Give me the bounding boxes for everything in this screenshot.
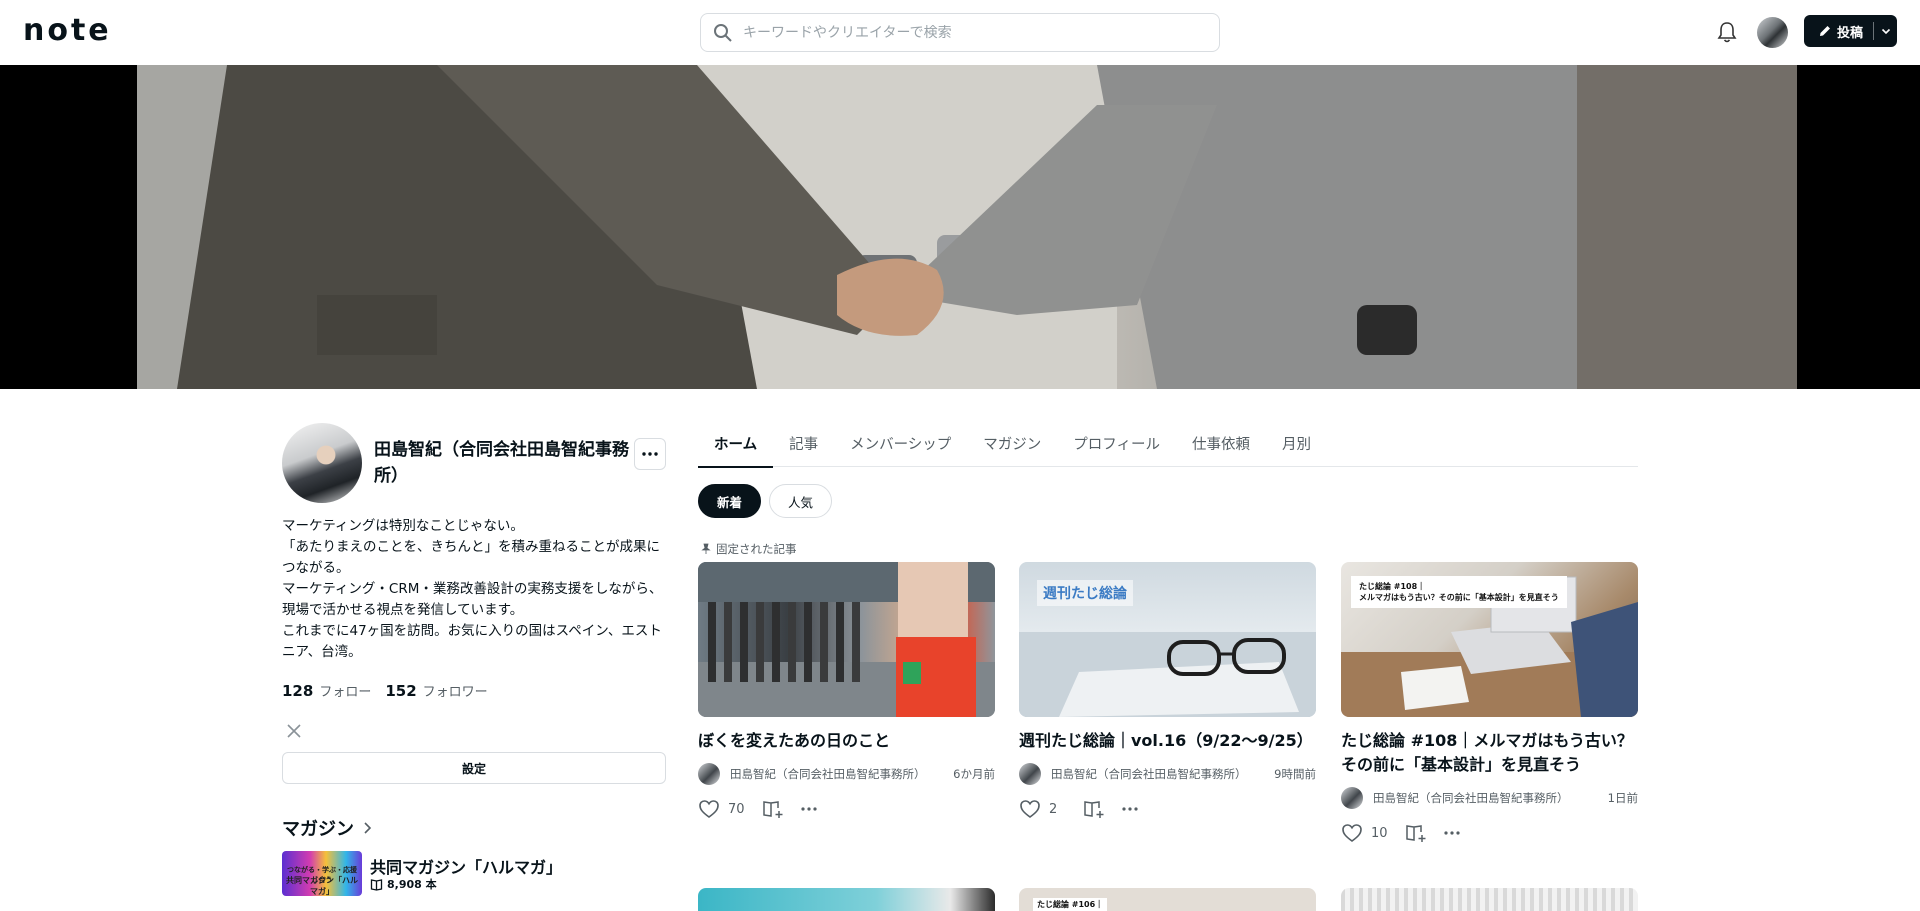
article-thumbnail[interactable]: たじ総論 #108｜ メルマガはもう古い？その前に「基本設計」を見直そう [1341, 562, 1638, 717]
heart-icon[interactable] [1019, 799, 1041, 819]
handshake-illustration [137, 65, 1797, 389]
tab-monthly[interactable]: 月別 [1266, 423, 1327, 467]
article-title[interactable]: たじ総論 #108｜メルマガはもう古い？その前に「基本設計」を見直そう [1341, 729, 1638, 777]
profile-tabs: ホーム 記事 メンバーシップ マガジン プロフィール 仕事依頼 月別 [698, 423, 1638, 468]
article-card[interactable]: たじ総論 #108｜ メルマガはもう古い？その前に「基本設計」を見直そう たじ総… [1341, 562, 1638, 843]
tab-home[interactable]: ホーム [698, 423, 774, 468]
magazine-thumbnail: つながる・学ぶ・応援し合う 共同マガジン「ハルマガ」 [282, 851, 362, 896]
follower-count[interactable]: 152 [385, 682, 416, 700]
article-thumbnail-next[interactable]: たじ総論 #106｜ [1019, 888, 1316, 911]
add-to-magazine-icon[interactable] [1083, 799, 1105, 819]
article-meta: 田島智紀（合同会社田島智紀事務所） 6か月前 [698, 763, 995, 785]
tab-work-request[interactable]: 仕事依頼 [1176, 423, 1266, 467]
author-avatar[interactable] [1341, 787, 1363, 809]
article-thumbnail[interactable]: 週刊たじ総論 [1019, 562, 1316, 717]
author-name[interactable]: 田島智紀（合同会社田島智紀事務所） [730, 766, 926, 782]
follow-stats: 128 フォロー 152 フォロワー [282, 681, 496, 700]
magazine-heading-label: マガジン [282, 819, 354, 840]
author-name[interactable]: 田島智紀（合同会社田島智紀事務所） [1051, 766, 1247, 782]
sort-pills: 新着 人気 [698, 484, 833, 518]
article-title[interactable]: ぼくを変えたあの日のこと [698, 729, 995, 753]
ellipsis-icon[interactable] [798, 799, 820, 819]
add-to-magazine-icon[interactable] [1405, 823, 1427, 843]
chevron-right-icon [364, 822, 372, 834]
search-input[interactable] [743, 24, 1219, 41]
ellipsis-icon[interactable] [1119, 799, 1141, 819]
magazine-heading[interactable]: マガジン [282, 815, 374, 841]
article-actions: 2 [1019, 799, 1316, 819]
article-card[interactable]: ぼくを変えたあの日のこと 田島智紀（合同会社田島智紀事務所） 6か月前 70 [698, 562, 995, 819]
pin-icon [701, 543, 711, 554]
thumbnail-label: たじ総論 #108｜ メルマガはもう古い？その前に「基本設計」を見直そう [1351, 576, 1567, 608]
follower-label[interactable]: フォロワー [423, 681, 488, 700]
magazine-item[interactable]: つながる・学ぶ・応援し合う 共同マガジン「ハルマガ」 共同マガジン「ハルマガ」 … [282, 851, 668, 897]
article-actions: 70 [698, 799, 995, 819]
bell-icon[interactable] [1716, 20, 1738, 44]
pill-new[interactable]: 新着 [698, 484, 762, 518]
article-meta: 田島智紀（合同会社田島智紀事務所） 1日前 [1341, 787, 1638, 809]
post-button[interactable]: 投稿 [1804, 15, 1897, 47]
author-name[interactable]: 田島智紀（合同会社田島智紀事務所） [1373, 790, 1569, 806]
post-button-label: 投稿 [1837, 25, 1864, 41]
tab-magazine[interactable]: マガジン [967, 423, 1057, 467]
search-box[interactable] [700, 13, 1220, 52]
settings-button[interactable]: 設定 [282, 752, 666, 784]
cover-banner [0, 65, 1920, 389]
more-options-button[interactable] [634, 438, 666, 470]
post-time: 9時間前 [1274, 767, 1316, 781]
ellipsis-icon [642, 452, 658, 456]
follow-label[interactable]: フォロー [319, 681, 371, 700]
thumbnail-label: 週刊たじ総論 [1037, 580, 1133, 606]
post-time: 1日前 [1607, 791, 1638, 805]
heart-icon[interactable] [698, 799, 720, 819]
note-logo[interactable]: note [23, 14, 112, 48]
tab-articles[interactable]: 記事 [773, 423, 834, 467]
magazine-title: 共同マガジン「ハルマガ」 [370, 858, 563, 877]
magazine-count-label: 8,908 本 [387, 878, 437, 891]
article-actions: 10 [1341, 823, 1638, 843]
post-time: 6か月前 [953, 767, 995, 781]
ellipsis-icon[interactable] [1441, 823, 1463, 843]
magazine-count: 8,908 本 [370, 876, 437, 892]
profile-name[interactable]: 田島智紀（合同会社田島智紀事務所） [374, 437, 630, 489]
article-thumbnail-next[interactable] [1341, 888, 1638, 911]
pill-popular[interactable]: 人気 [769, 484, 833, 518]
top-header: note 投稿 [0, 0, 1920, 65]
like-count[interactable]: 2 [1049, 802, 1077, 817]
article-card[interactable]: 週刊たじ総論 週刊たじ総論｜vol.16（9/22〜9/25） 田島智紀（合同会… [1019, 562, 1316, 819]
chevron-down-icon[interactable] [1880, 25, 1892, 37]
magazine-thumb-line2: 共同マガジン「ハルマガ」 [286, 876, 358, 896]
x-twitter-icon[interactable] [286, 723, 302, 739]
follow-count[interactable]: 128 [282, 682, 313, 700]
shovels-image [698, 562, 995, 717]
tab-membership[interactable]: メンバーシップ [834, 423, 967, 467]
thumbnail-label: たじ総論 #106｜ [1033, 898, 1108, 911]
add-to-magazine-icon[interactable] [762, 799, 784, 819]
user-avatar[interactable] [1757, 17, 1788, 48]
tab-profile[interactable]: プロフィール [1057, 423, 1176, 467]
article-title[interactable]: 週刊たじ総論｜vol.16（9/22〜9/25） [1019, 729, 1316, 753]
post-button-divider [1873, 22, 1875, 40]
like-count[interactable]: 10 [1371, 826, 1399, 841]
profile-avatar[interactable] [282, 423, 362, 503]
article-thumbnail[interactable] [698, 562, 995, 717]
book-icon [370, 878, 383, 891]
article-thumbnail-next[interactable] [698, 888, 995, 911]
cover-image [137, 65, 1797, 389]
pen-icon [1820, 26, 1830, 36]
pinned-label: 固定された記事 [700, 541, 797, 557]
profile-bio: マーケティングは特別なことじゃない。 「あたりまえのことを、きちんと」を積み重ね… [282, 518, 663, 660]
search-icon [714, 23, 732, 42]
author-avatar[interactable] [1019, 763, 1041, 785]
pinned-label-text: 固定された記事 [716, 542, 797, 556]
article-meta: 田島智紀（合同会社田島智紀事務所） 9時間前 [1019, 763, 1316, 785]
heart-icon[interactable] [1341, 823, 1363, 843]
like-count[interactable]: 70 [728, 802, 756, 817]
author-avatar[interactable] [698, 763, 720, 785]
